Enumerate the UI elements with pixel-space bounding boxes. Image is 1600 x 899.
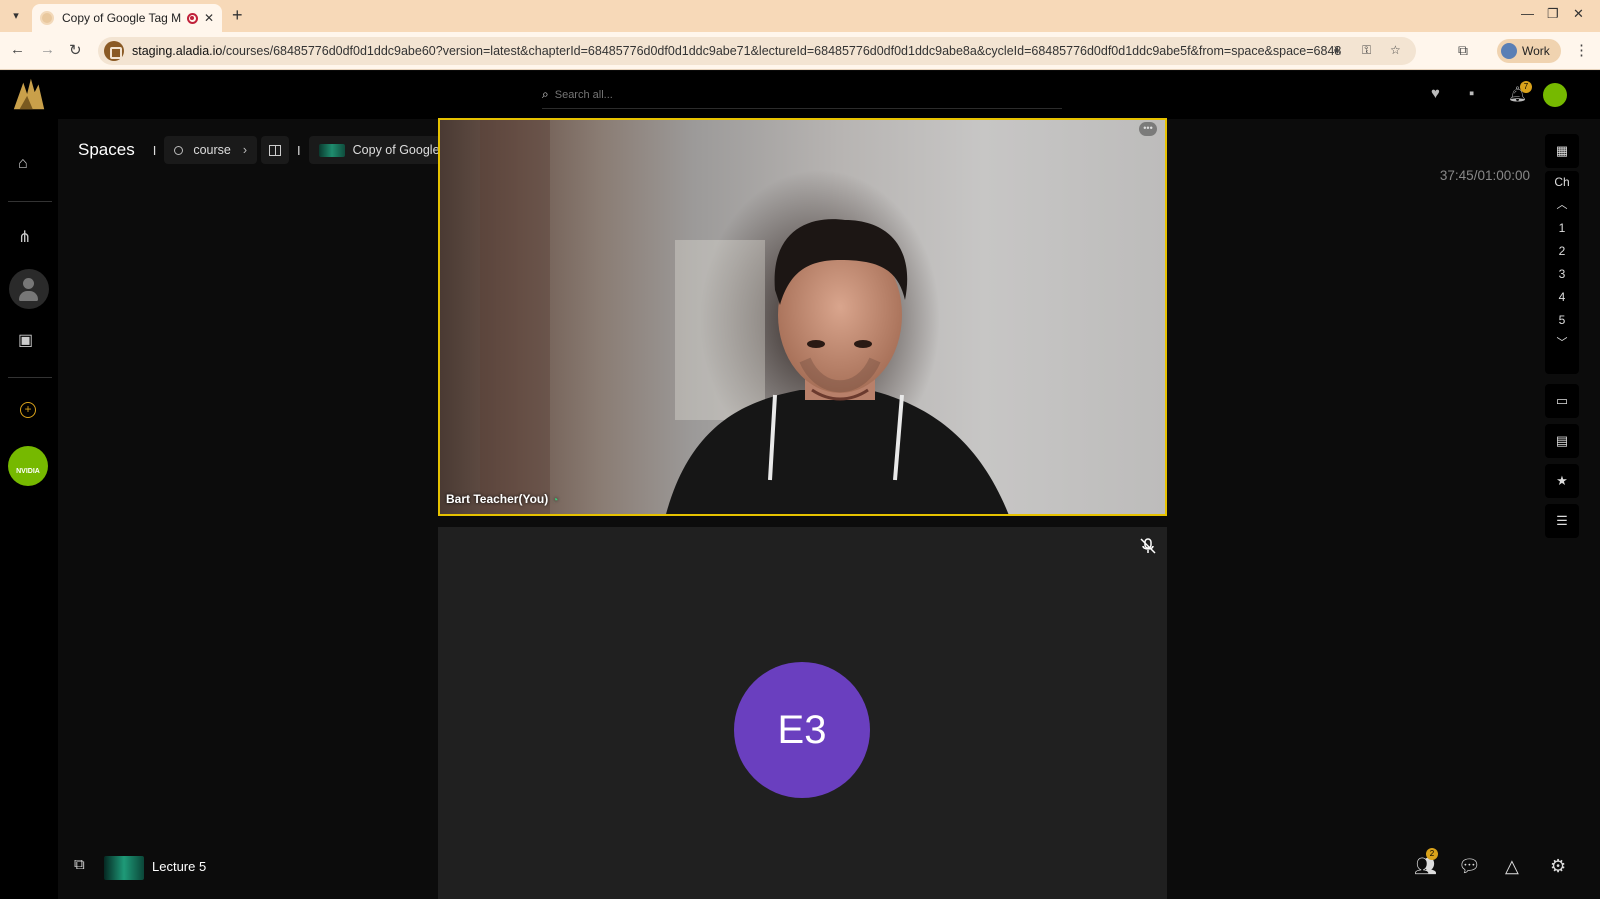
chapter-navigator: Ch ︿ 1 2 3 4 5 ﹀ xyxy=(1545,171,1579,374)
settings-gear-icon[interactable]: ⚙ xyxy=(1550,856,1566,877)
bottom-bar: ⧉ Lecture 5 👥︎ 2 💬︎ △ ⚙ xyxy=(58,839,1600,899)
recording-icon xyxy=(186,12,198,24)
search-icon: ⌕ xyxy=(542,87,549,101)
tab-favicon-icon xyxy=(40,11,54,25)
main-video-tile[interactable]: ••• Bart Teacher(You) ◔ xyxy=(438,118,1167,516)
chapter-down-chevron-icon[interactable]: ﹀ xyxy=(1545,332,1579,355)
tile-more-options-button[interactable]: ••• xyxy=(1139,122,1157,136)
user-avatar[interactable] xyxy=(1543,83,1567,107)
restore-icon[interactable]: ❐ xyxy=(1547,6,1559,22)
chapter-up-chevron-icon[interactable]: ︿ xyxy=(1545,194,1579,217)
tab-close-icon[interactable]: ✕ xyxy=(204,11,214,25)
bookmark-star-icon[interactable]: ☆ xyxy=(1390,43,1401,57)
password-key-icon[interactable]: ⚿ xyxy=(1362,43,1371,58)
aladia-logo[interactable] xyxy=(10,75,48,113)
participant-initials-avatar: E3 xyxy=(734,662,870,798)
browser-tab[interactable]: Copy of Google Tag Man ✕ xyxy=(32,4,222,32)
breadcrumb-course-chip[interactable]: course › xyxy=(164,136,258,164)
chapter-item[interactable]: 1 xyxy=(1545,217,1579,240)
connection-signal-icon: ◔ xyxy=(552,495,559,506)
course-thumbnail xyxy=(318,143,345,157)
back-icon[interactable]: ← xyxy=(10,41,25,58)
learning-icon[interactable]: ▣ xyxy=(18,330,33,350)
teacher-video-feed xyxy=(480,120,1009,514)
breadcrumb: Spaces I course › I Copy of Google Ta...… xyxy=(78,135,493,165)
chapter-label: Ch xyxy=(1554,175,1570,189)
store-icon[interactable]: ⌂ xyxy=(18,155,28,173)
new-tab-button[interactable]: + xyxy=(232,5,243,26)
minimize-icon[interactable]: — xyxy=(1521,6,1534,21)
breadcrumb-spaces[interactable]: Spaces xyxy=(78,140,135,160)
profile-avatar xyxy=(1501,43,1517,59)
global-search[interactable]: ⌕ xyxy=(542,81,1062,109)
chapter-item[interactable]: 2 xyxy=(1545,240,1579,263)
chapter-item[interactable]: 4 xyxy=(1545,286,1579,309)
list-button[interactable]: ☰ xyxy=(1545,504,1579,538)
add-space-icon[interactable]: + xyxy=(20,402,36,418)
sidebar-profile-avatar[interactable] xyxy=(9,269,49,309)
sidebar-divider xyxy=(8,201,52,202)
extensions-icon[interactable]: ⧉ xyxy=(1458,42,1468,59)
chevron-right-icon: › xyxy=(242,143,248,157)
search-input[interactable] xyxy=(554,88,1035,101)
calendar-button[interactable]: ▤ xyxy=(1545,424,1579,458)
participants-badge: 2 xyxy=(1426,848,1438,860)
chapter-item[interactable]: 5 xyxy=(1545,309,1579,332)
breadcrumb-separator: I xyxy=(152,142,157,158)
browser-toolbar: ← → ↻ staging.aladia.io/courses/68485776… xyxy=(0,32,1600,70)
chapter-item[interactable]: 3 xyxy=(1545,263,1579,286)
panel-layout-icon xyxy=(269,144,282,156)
url-text: staging.aladia.io/courses/68485776d0df0d… xyxy=(132,44,1342,58)
window-close-icon[interactable]: ✕ xyxy=(1573,6,1584,22)
notification-badge: 7 xyxy=(1520,81,1532,93)
nvidia-space-avatar[interactable]: NVIDIA xyxy=(8,446,48,486)
muted-icon[interactable]: 🔇︎ xyxy=(1334,43,1342,58)
address-bar[interactable]: staging.aladia.io/courses/68485776d0df0d… xyxy=(98,37,1416,65)
mic-muted-icon xyxy=(1140,538,1156,554)
tab-search-chevron-icon[interactable]: ▾ xyxy=(6,7,26,25)
lecture-label: Lecture 5 xyxy=(152,859,207,874)
profile-label: Work xyxy=(1522,44,1550,58)
messages-icon[interactable]: ▪ xyxy=(1469,85,1474,102)
tab-title: Copy of Google Tag Man xyxy=(62,11,181,25)
chat-icon[interactable]: 💬︎ xyxy=(1458,856,1481,877)
breadcrumb-separator: I xyxy=(297,142,301,158)
circle-icon xyxy=(174,145,184,155)
reload-icon[interactable]: ↻ xyxy=(69,41,82,59)
profile-button[interactable]: Work xyxy=(1497,39,1561,63)
lecture-thumbnail xyxy=(104,856,144,880)
video-mode-button[interactable]: ▦ xyxy=(1545,134,1579,168)
favorites-heart-icon[interactable]: ♥ xyxy=(1431,85,1440,102)
browser-menu-icon[interactable]: ⋮ xyxy=(1574,41,1589,59)
layout-toggle-button[interactable] xyxy=(261,136,290,164)
forward-icon[interactable]: → xyxy=(40,41,55,58)
sidebar-divider xyxy=(8,377,52,378)
share-icon[interactable]: ⋔ xyxy=(18,227,31,247)
site-info-icon[interactable] xyxy=(104,41,124,61)
breadcrumb-course-label: course xyxy=(193,143,231,157)
top-nav: ⌕ ♥ ▪ 🔔︎ 7 xyxy=(0,71,1600,119)
participant-name-tag: Bart Teacher(You) ◔ xyxy=(446,492,558,506)
favorites-star-button[interactable]: ★ xyxy=(1545,464,1579,498)
participant-name: Bart Teacher(You) xyxy=(446,492,549,506)
app-root: ⌕ ♥ ▪ 🔔︎ 7 ⌂ ⋔ ▣ + NVIDIA Spaces I cours… xyxy=(0,71,1600,899)
left-sidebar: ⌂ ⋔ ▣ + NVIDIA xyxy=(0,119,58,899)
copy-icon[interactable]: ⧉ xyxy=(74,856,85,873)
shapes-icon[interactable]: △ xyxy=(1505,856,1519,877)
browser-tab-bar: ▾ Copy of Google Tag Man ✕ + — ❐ ✕ xyxy=(0,0,1600,32)
session-timer: 37:45/01:00:00 xyxy=(1439,168,1530,183)
comments-button[interactable]: ▭ xyxy=(1545,384,1579,418)
